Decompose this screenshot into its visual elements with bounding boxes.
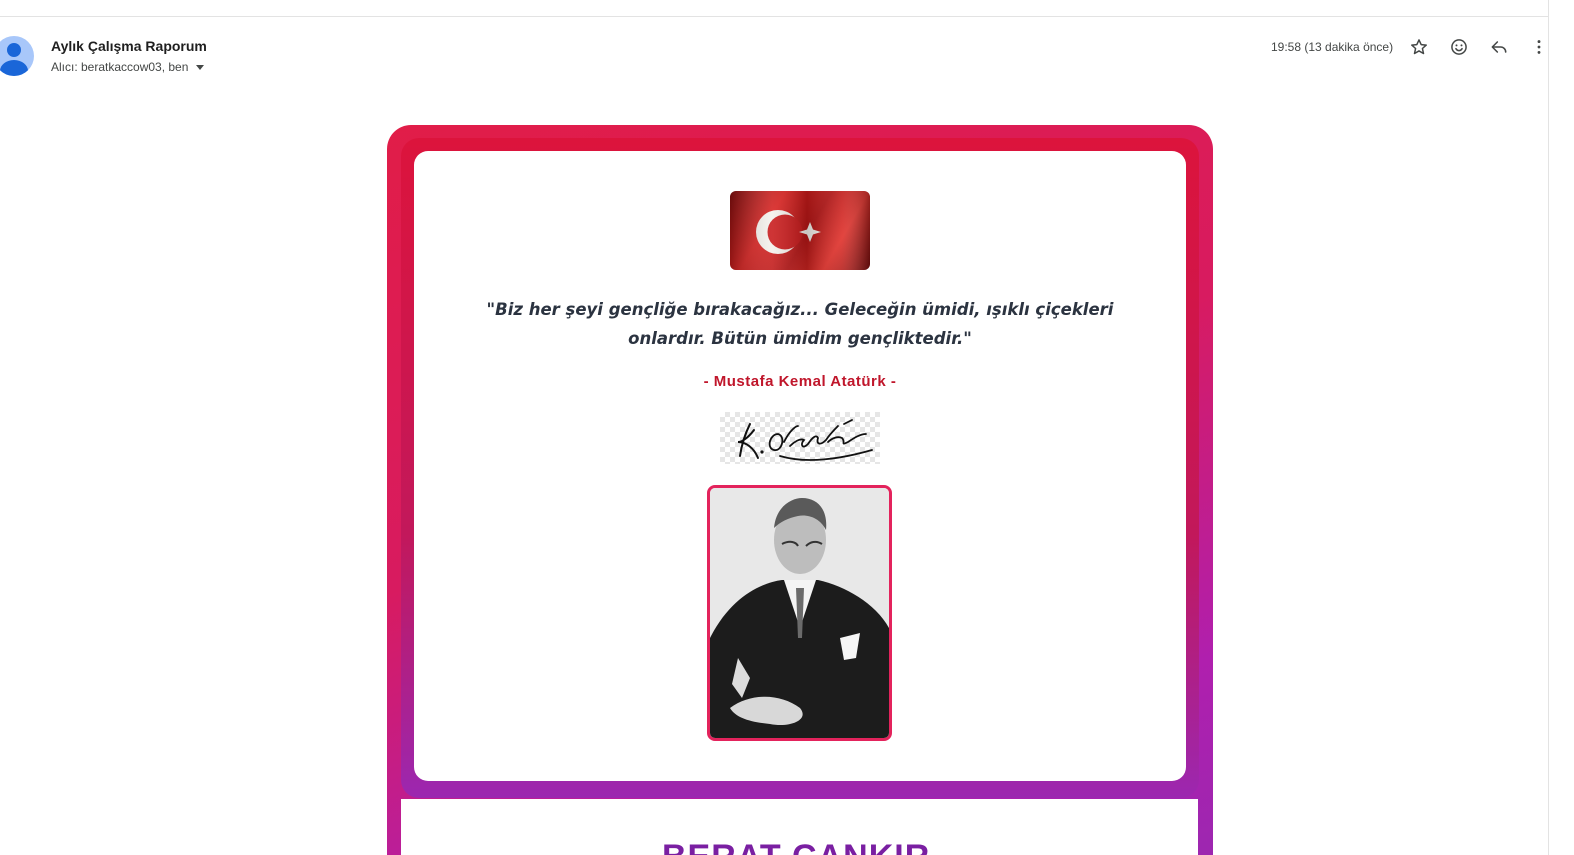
top-divider [0,16,1548,17]
portrait-drawing [710,488,889,738]
chevron-down-icon[interactable] [196,64,205,70]
ataturk-quote: "Biz her şeyi gençliğe bırakacağız... Ge… [486,300,1114,348]
ataturk-signature-image [720,412,880,464]
reply-icon [1491,41,1507,53]
emoji-icon [1451,39,1467,55]
more-vert-icon [1537,40,1541,54]
avatar-head [7,43,21,57]
scrollbar-track[interactable] [1548,0,1549,855]
signature-drawing [737,419,873,461]
add-reaction-button[interactable] [1446,34,1472,60]
reply-button[interactable] [1486,34,1512,60]
avatar-body [0,60,28,76]
sender-avatar[interactable] [0,36,34,76]
recipients-line[interactable]: Alıcı: beratkaccow03, ben [51,60,205,74]
email-subject: Aylık Çalışma Raporum [51,38,207,54]
quote-author: - Mustafa Kemal Atatürk - [703,373,897,390]
sender-name-heading: BERAT CANKIR [662,838,930,855]
recipients-label: Alıcı: beratkaccow03, ben [51,60,189,74]
star-icon [1411,39,1427,55]
email-timestamp: 19:58 (13 dakika önce) [1271,40,1394,54]
turkish-flag-image [730,191,870,270]
ataturk-portrait-image [707,485,892,741]
more-options-button[interactable] [1526,34,1552,60]
crescent-star-icon [730,191,870,270]
star-button[interactable] [1406,34,1432,60]
